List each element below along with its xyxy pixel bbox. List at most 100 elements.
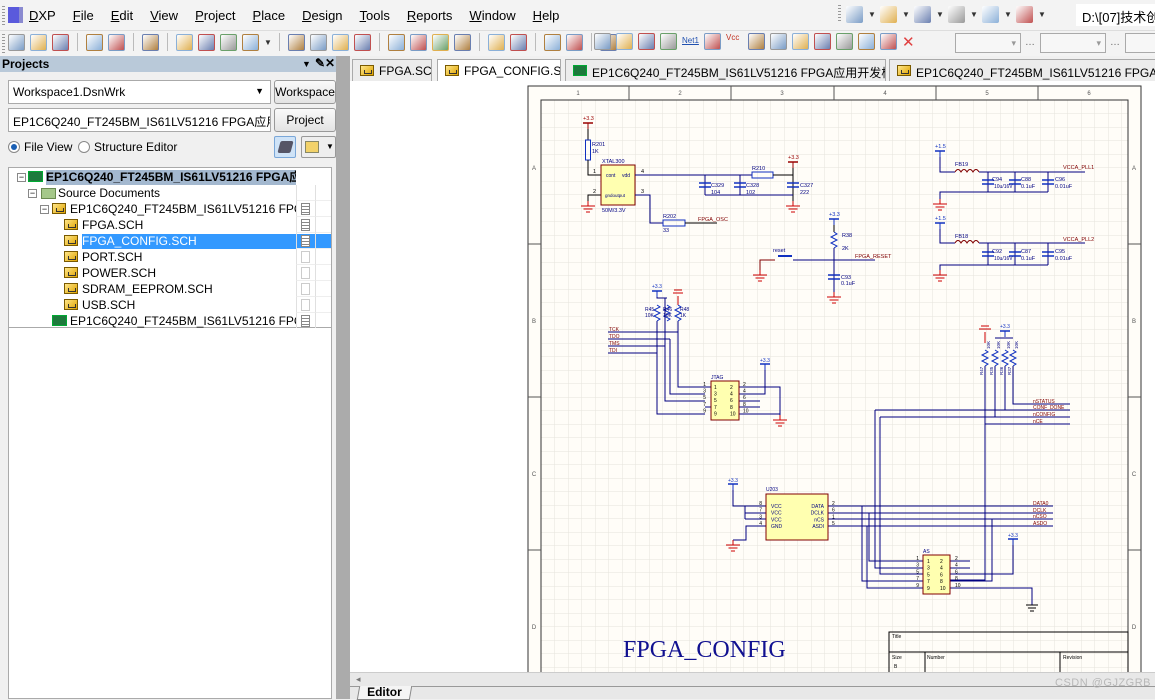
tree-item[interactable]: FPGA_CONFIG.SCH [9, 233, 331, 249]
pin-icon[interactable]: ✎ [315, 56, 325, 70]
collapse-icon[interactable]: − [40, 205, 49, 214]
sheet-symbol-icon[interactable] [770, 33, 787, 50]
device-sheet-icon[interactable] [142, 33, 159, 51]
project-button[interactable]: Project [274, 108, 336, 132]
workspace-select[interactable]: Workspace1.DsnWrk ▼ [8, 80, 271, 104]
collapse-icon[interactable]: − [28, 189, 37, 198]
tree-item[interactable]: − Source Documents [9, 185, 331, 201]
print-icon[interactable] [86, 33, 103, 51]
zoom-fit-icon[interactable] [176, 33, 193, 51]
no-erc-icon[interactable]: ✕ [902, 33, 919, 51]
undo-icon[interactable] [488, 33, 505, 51]
place-net-label-icon[interactable] [660, 33, 677, 50]
tab-editor[interactable]: Editor [356, 685, 412, 700]
copy-icon[interactable] [310, 33, 327, 51]
tree-item[interactable]: USB.SCH [9, 297, 331, 313]
open-folder-icon[interactable] [30, 33, 47, 51]
simulation-source-icon[interactable] [982, 5, 999, 23]
gnd-port-icon[interactable] [704, 33, 721, 50]
menu-project[interactable]: Project [195, 8, 235, 23]
place-bus-entry-icon[interactable] [616, 33, 633, 50]
zoom-selected-icon[interactable] [220, 33, 237, 51]
dxp-logo-icon[interactable] [8, 7, 23, 23]
workspace-button[interactable]: Workspace [274, 80, 336, 104]
vcc-port-icon[interactable]: Vcc [726, 33, 743, 50]
tree-item[interactable]: SDRAM_EEPROM.SCH [9, 281, 331, 297]
toolbar-grip[interactable] [2, 34, 5, 53]
filter-combo-1[interactable]: ▾ [955, 33, 1021, 53]
clear-filter-icon[interactable] [454, 33, 471, 51]
menu-design[interactable]: Design [302, 8, 342, 23]
power-objects-icon[interactable] [914, 5, 931, 23]
tab-document[interactable]: FPGA_CONFIG.SCH [437, 59, 561, 82]
new-document-icon[interactable] [8, 33, 25, 51]
tree-item[interactable]: EP1C6Q240_FT245BM_IS61LV51216 FPGA应 [9, 313, 331, 329]
tree-item[interactable]: − EP1C6Q240_FT245BM_IS61LV51216 FPGA应 [9, 169, 331, 185]
project-field[interactable]: EP1C6Q240_FT245BM_IS61LV51216 FPGA应用开发 [8, 108, 271, 132]
align-icon[interactable] [880, 5, 897, 23]
horizontal-scrollbar[interactable]: ◂ [350, 672, 1155, 686]
print-preview-icon[interactable] [108, 33, 125, 51]
chevron-down-icon[interactable]: ▼ [1004, 10, 1012, 19]
move-icon[interactable] [410, 33, 427, 51]
rubber-stamp-icon[interactable] [354, 33, 371, 51]
collapse-icon[interactable]: − [17, 173, 26, 182]
menu-place[interactable]: Place [253, 8, 286, 23]
deselect-icon[interactable] [432, 33, 449, 51]
select-area-icon[interactable] [388, 33, 405, 51]
paste-icon[interactable] [332, 33, 349, 51]
save-icon[interactable] [52, 33, 69, 51]
net-label-icon[interactable]: Net1 [682, 33, 699, 50]
scroll-left-icon[interactable]: ◂ [356, 674, 361, 685]
tab-document[interactable]: EP1C6Q240_FT245BM_IS61LV51216 FPGA应用开发板.… [565, 59, 886, 81]
filter-combo-2[interactable]: ▾ [1040, 33, 1106, 53]
menu-window[interactable]: Window [469, 8, 515, 23]
tree-item[interactable]: − EP1C6Q240_FT245BM_IS61LV51216 FPGA应 [9, 201, 331, 217]
panel-menu-icon[interactable]: ▼ [302, 59, 311, 69]
menu-dxp[interactable]: DXP [29, 8, 56, 23]
chevron-down-icon[interactable]: ▼ [264, 38, 272, 47]
filter-combo-3[interactable] [1125, 33, 1155, 53]
project-options-button[interactable]: ▼ [301, 136, 336, 158]
sheet-entry-icon[interactable] [792, 33, 809, 50]
port-icon[interactable] [880, 33, 897, 50]
tree-item[interactable]: FPGA.SCH [9, 217, 331, 233]
xtal-component[interactable] [600, 164, 636, 206]
cross-probe-icon[interactable] [566, 33, 583, 51]
place-part-icon[interactable] [748, 33, 765, 50]
chevron-down-icon[interactable]: ▼ [902, 10, 910, 19]
zoom-filter-icon[interactable] [242, 33, 259, 51]
panel-splitter[interactable] [336, 56, 350, 699]
close-icon[interactable]: ✕ [325, 56, 335, 70]
compile-button[interactable] [274, 136, 296, 158]
menu-help[interactable]: Help [533, 8, 560, 23]
menu-edit[interactable]: Edit [111, 8, 133, 23]
redo-icon[interactable] [510, 33, 527, 51]
schematic-editor[interactable]: 1 2 3 4 5 6 A B C D A B C D +3.3 R201 1K… [350, 81, 1155, 672]
chevron-down-icon[interactable]: ▼ [868, 10, 876, 19]
zoom-area-icon[interactable] [198, 33, 215, 51]
place-wire-icon[interactable] [638, 33, 655, 50]
toolbar-grip[interactable] [2, 6, 5, 26]
menu-view[interactable]: View [150, 8, 178, 23]
place-bus-icon[interactable] [594, 33, 611, 50]
harness-icon[interactable] [836, 33, 853, 50]
tree-item[interactable]: PORT.SCH [9, 249, 331, 265]
chevron-down-icon[interactable]: ▼ [936, 10, 944, 19]
file-view-radio[interactable]: File View [8, 140, 72, 154]
component-icon[interactable] [948, 5, 965, 23]
tree-item[interactable]: POWER.SCH [9, 265, 331, 281]
tab-document[interactable]: EP1C6Q240_FT245BM_IS61LV51216 FPGA应用开 [889, 59, 1155, 81]
structure-editor-radio[interactable]: Structure Editor [78, 140, 177, 154]
chevron-down-icon[interactable]: ▼ [1038, 10, 1046, 19]
device-sheet-icon[interactable] [858, 33, 875, 50]
menu-file[interactable]: File [73, 8, 94, 23]
cut-icon[interactable] [288, 33, 305, 51]
grid-icon[interactable] [1016, 5, 1033, 23]
schematic-canvas[interactable]: 1 2 3 4 5 6 A B C D A B C D +3.3 R201 1K… [350, 81, 1155, 672]
drawing-tools-icon[interactable] [846, 5, 863, 23]
reuse-block-icon[interactable] [814, 33, 831, 50]
chevron-down-icon[interactable]: ▼ [970, 10, 978, 19]
menu-reports[interactable]: Reports [407, 8, 453, 23]
toolbar-grip[interactable] [838, 5, 841, 23]
